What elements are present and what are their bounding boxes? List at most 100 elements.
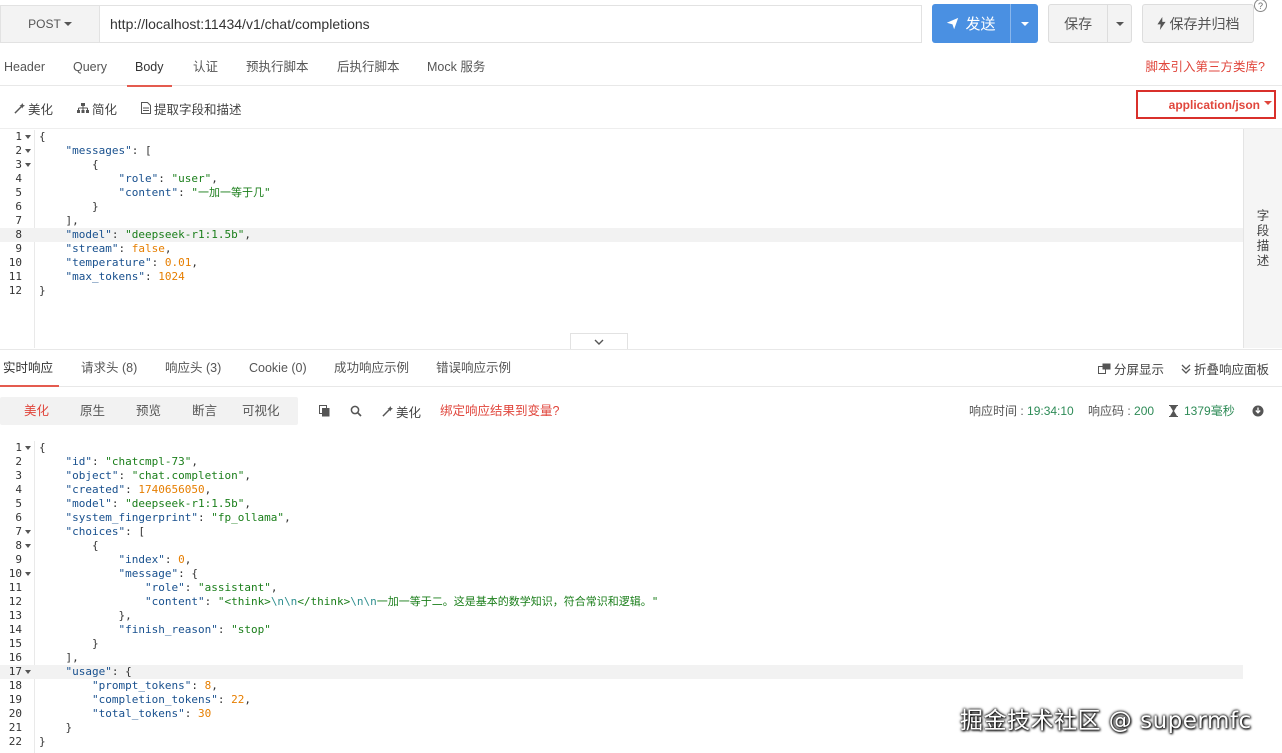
code-text: "max_tokens": 1024 [65, 270, 185, 283]
send-icon [947, 17, 959, 30]
fold-toggle-icon[interactable] [25, 530, 31, 534]
line-number: 17 [8, 665, 22, 678]
view-mode-preview[interactable]: 预览 [136, 397, 161, 425]
code-text: "message": { [118, 567, 198, 580]
line-number: 7 [15, 214, 22, 227]
code-line: 9 "stream": false, [0, 242, 1243, 256]
code-line: 8 "model": "deepseek-r1:1.5b", [0, 228, 1243, 242]
extract-fields-button[interactable]: 提取字段和描述 [141, 87, 242, 129]
tab-error-example[interactable]: 错误响应示例 [436, 350, 511, 387]
fold-toggle-icon[interactable] [25, 446, 31, 450]
send-button[interactable]: 发送 [932, 4, 1038, 43]
code-text: } [39, 637, 99, 650]
code-line: 18 "prompt_tokens": 8, [0, 679, 1243, 693]
tab-cookie[interactable]: Cookie (0) [249, 350, 307, 387]
code-line: 4 "created": 1740656050, [0, 483, 1243, 497]
response-duration-value: 1379毫秒 [1184, 404, 1235, 418]
tab-live-response[interactable]: 实时响应 [0, 350, 60, 387]
line-number: 4 [15, 483, 22, 496]
code-text: { [39, 441, 46, 454]
code-line: 10 "message": { [0, 567, 1243, 581]
response-beautify-label: 美化 [396, 405, 422, 420]
third-party-library-link[interactable]: 脚本引入第三方类库? [1146, 48, 1265, 86]
view-mode-visualize[interactable]: 可视化 [242, 397, 280, 425]
tab-header[interactable]: Header [4, 48, 45, 86]
copy-button[interactable] [319, 397, 330, 425]
collapse-response-button[interactable]: 折叠响应面板 [1181, 350, 1269, 387]
method-select[interactable]: POST [0, 5, 99, 43]
fold-toggle-icon[interactable] [25, 135, 31, 139]
help-icon[interactable]: ? [1254, 0, 1267, 12]
line-number: 2 [15, 144, 22, 157]
tab-response-headers[interactable]: 响应头 (3) [165, 350, 221, 387]
line-number: 3 [15, 158, 22, 171]
code-line: 6 } [0, 200, 1243, 214]
beautify-button[interactable]: 美化 [14, 87, 53, 129]
search-button[interactable] [350, 397, 362, 425]
bind-response-link[interactable]: 绑定响应结果到变量? [440, 397, 559, 425]
tab-request-headers[interactable]: 请求头 (8) [81, 350, 137, 387]
fold-toggle-icon[interactable] [25, 670, 31, 674]
view-mode-beautify[interactable]: 美化 [24, 397, 49, 425]
tab-pre-script[interactable]: 预执行脚本 [246, 48, 309, 86]
tab-query[interactable]: Query [73, 48, 107, 86]
line-number: 2 [15, 455, 22, 468]
response-code: 响应码 : 200 [1088, 397, 1154, 425]
code-text: "prompt_tokens": 8, [91, 679, 218, 692]
tab-success-example[interactable]: 成功响应示例 [334, 350, 409, 387]
code-line: 14 "finish_reason": "stop" [0, 623, 1243, 637]
code-line: 11 "max_tokens": 1024 [0, 270, 1243, 284]
view-mode-raw[interactable]: 原生 [80, 397, 105, 425]
field-description-label: 字段描述 [1256, 209, 1270, 268]
code-line: 6 "system_fingerprint": "fp_ollama", [0, 511, 1243, 525]
line-number: 10 [8, 256, 22, 269]
send-options-button[interactable] [1010, 4, 1038, 43]
request-tabs: Header Query Body 认证 预执行脚本 后执行脚本 Mock 服务… [0, 48, 1282, 87]
beautify-label: 美化 [28, 102, 54, 117]
code-line: 2 "id": "chatcmpl-73", [0, 455, 1243, 469]
save-options-button[interactable] [1107, 5, 1131, 42]
content-type-select[interactable]: application/json [1136, 90, 1276, 119]
save-button[interactable]: 保存 [1048, 4, 1132, 43]
collapse-editor-handle[interactable] [570, 333, 628, 350]
copy-icon [319, 405, 330, 417]
fold-toggle-icon[interactable] [25, 572, 31, 576]
tab-body[interactable]: Body [127, 48, 171, 87]
send-label: 发送 [965, 16, 996, 33]
download-icon [1252, 405, 1264, 417]
code-line: 1{ [0, 130, 1243, 144]
line-number: 1 [15, 441, 22, 454]
tab-mock-service[interactable]: Mock 服务 [427, 48, 485, 86]
url-input[interactable]: http://localhost:11434/v1/chat/completio… [99, 5, 922, 43]
line-number: 6 [15, 511, 22, 524]
download-button[interactable] [1252, 397, 1264, 425]
request-bar: POST http://localhost:11434/v1/chat/comp… [0, 0, 1282, 46]
line-number: 3 [15, 469, 22, 482]
code-line: 8 { [0, 539, 1243, 553]
tab-auth[interactable]: 认证 [193, 48, 218, 86]
line-number: 20 [8, 707, 22, 720]
line-number: 9 [15, 553, 22, 566]
collapse-response-label: 折叠响应面板 [1194, 363, 1270, 377]
fold-toggle-icon[interactable] [25, 149, 31, 153]
tab-post-script[interactable]: 后执行脚本 [337, 48, 400, 86]
code-text: ], [39, 651, 79, 664]
simplify-button[interactable]: 简化 [77, 87, 117, 129]
response-time-value: 19:34:10 [1027, 404, 1074, 418]
code-text: "created": 1740656050, [65, 483, 212, 496]
code-line: 16 ], [0, 651, 1243, 665]
response-beautify-button[interactable]: 美化 [382, 397, 421, 425]
line-number: 15 [8, 637, 22, 650]
fold-toggle-icon[interactable] [25, 163, 31, 167]
code-text: "system_fingerprint": "fp_ollama", [65, 511, 291, 524]
chevron-down-icon [1115, 21, 1124, 26]
code-text: "role": "user", [118, 172, 218, 185]
save-and-archive-button[interactable]: 保存并归档 [1142, 4, 1254, 43]
fold-toggle-icon[interactable] [25, 544, 31, 548]
code-text: "id": "chatcmpl-73", [65, 455, 198, 468]
code-text: "messages": [ [65, 144, 152, 157]
request-body-editor[interactable]: 1{2 "messages": [3 {4 "role": "user", 5 "… [0, 130, 1243, 348]
view-mode-assert[interactable]: 断言 [192, 397, 217, 425]
code-text: "object": "chat.completion", [65, 469, 251, 482]
split-view-button[interactable]: 分屏显示 [1098, 350, 1164, 387]
